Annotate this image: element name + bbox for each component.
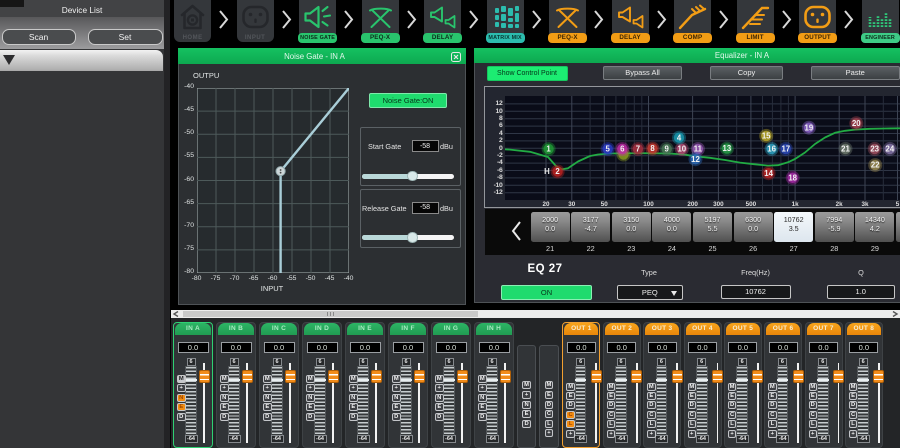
svg-text:12: 12	[691, 155, 700, 164]
svg-text:20: 20	[852, 119, 861, 128]
svg-text:2: 2	[555, 167, 560, 176]
svg-text:14: 14	[764, 169, 773, 178]
svg-text:19: 19	[805, 123, 814, 132]
svg-text:8: 8	[650, 144, 655, 153]
svg-text:7: 7	[636, 145, 640, 154]
svg-text:5: 5	[606, 145, 611, 154]
svg-text:15: 15	[762, 132, 771, 141]
svg-text:9: 9	[665, 145, 670, 154]
svg-text:24: 24	[886, 145, 895, 154]
svg-text:13: 13	[723, 144, 732, 153]
svg-text:H: H	[544, 167, 550, 176]
svg-text:16: 16	[767, 145, 776, 154]
svg-text:18: 18	[788, 173, 797, 182]
svg-text:4: 4	[677, 133, 682, 142]
svg-text:6: 6	[620, 145, 625, 154]
svg-text:17: 17	[781, 145, 790, 154]
svg-text:21: 21	[841, 145, 850, 154]
svg-text:10: 10	[677, 145, 686, 154]
svg-text:23: 23	[870, 145, 879, 154]
svg-text:1: 1	[546, 145, 551, 154]
svg-text:22: 22	[871, 161, 880, 170]
